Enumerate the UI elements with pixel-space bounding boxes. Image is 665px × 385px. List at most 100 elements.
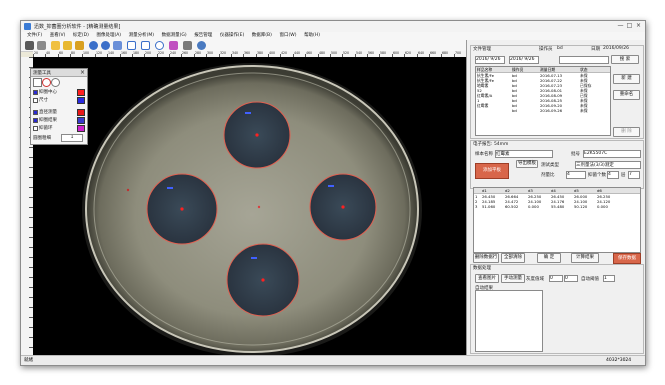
pointer-tool-icon[interactable] [33,78,42,87]
results-cell[interactable]: 3 [475,204,477,209]
records-row[interactable]: bd 2016-09-26 未保 [476,108,610,113]
option-diameter-checkbox[interactable] [33,110,38,115]
results-row[interactable]: 2 24.185 24.472 24.100 24.176 24.100 24.120 [474,199,640,204]
gray-range-to[interactable]: 0 [564,275,578,282]
menu-view[interactable]: 查看(V) [50,32,66,40]
save-data-button[interactable]: 保存数据 [613,253,641,264]
move-icon[interactable] [141,41,150,50]
option-result-checkbox[interactable] [33,118,38,123]
test-type-select[interactable]: 三剂量法(3/3)测定 [575,161,641,169]
close-button[interactable]: × [634,22,643,30]
scissor-icon[interactable] [37,41,46,50]
zone-label-left [167,187,173,189]
zoom-in-icon[interactable] [89,41,98,50]
report-icon[interactable] [183,41,192,50]
ruler-label: 680 [442,51,449,55]
select-icon[interactable] [127,41,136,50]
ruler-label: 500 [331,51,338,55]
results-row[interactable]: 3 51.060 60.502 0.000 55.480 50.120 0.000 [474,204,640,209]
menu-image[interactable]: 图像处理(A) [96,32,121,40]
from-date-picker[interactable]: 2016/ 9/26 [475,56,505,64]
menu-file[interactable]: 文件(F) [27,32,42,40]
sample-name-input[interactable]: 红霉素 [495,150,553,158]
image-viewer[interactable] [33,57,466,355]
circle-tool-icon[interactable] [42,78,51,87]
option-center-checkbox[interactable] [33,90,38,95]
gray-range-from[interactable]: 0 [549,275,563,282]
zone-center-right [341,205,345,209]
records-row[interactable]: 地霉素 bd 2016-07-23 已保存 [476,83,610,88]
records-row[interactable]: 红霉素 bd 2016-09-20 未保 [476,103,610,108]
results-cell[interactable]: 60.502 [505,204,518,209]
ruler-label: 340 [232,51,239,55]
zone-count-select[interactable]: 4 [607,171,619,179]
menu-data[interactable]: 数据库(B) [252,32,272,40]
folder-icon[interactable] [63,41,72,50]
menu-calibrate[interactable]: 标定(D) [73,32,89,40]
records-row[interactable]: 52 bd 2016-08-01 未保 [476,88,610,93]
line-width-select[interactable]: 1 [61,134,83,142]
menu-result[interactable]: 数据测量(G) [162,32,187,40]
ok-button[interactable]: 确 定 [537,253,561,263]
rename-button[interactable]: 重命名 [613,90,640,100]
fit-window-icon[interactable] [113,41,122,50]
option-ring-checkbox[interactable] [33,126,38,131]
records-table[interactable]: 样品名称 操作员 测量日期 状态 抗生素/Fe bd 2016-07-13 未保 抗生素/Fe b… [475,66,611,136]
menu-window[interactable]: 窗口(W) [280,32,297,40]
image-icon[interactable] [75,41,84,50]
results-cell[interactable]: 0.000 [528,204,539,209]
menu-report[interactable]: 报告管理 [194,32,212,40]
clear-all-button[interactable]: 全部清除 [501,253,525,263]
ring-tool-icon[interactable] [51,78,60,87]
results-cell[interactable]: 0.000 [597,204,608,209]
delete-row-button[interactable]: 删除数据行 [473,253,499,263]
layer-select[interactable]: 7 [628,171,640,179]
zoom-out-icon[interactable] [101,41,110,50]
new-button[interactable]: 新 建 [613,74,640,84]
to-date-picker[interactable]: 2016/ 9/26 [509,56,539,64]
palette-close-icon[interactable]: × [80,69,85,76]
menu-measure[interactable]: 测量分析(M) [129,32,154,40]
batch-input[interactable]: E2K5507C [583,150,641,158]
option-ring-color[interactable] [77,125,85,132]
option-diameter-color[interactable] [77,109,85,116]
open-folder-icon[interactable] [51,41,60,50]
menu-help[interactable]: 帮助(H) [304,32,320,40]
template-button[interactable]: 导出模板 [516,160,538,168]
records-row[interactable]: 抗生素/Fe bd 2016-07-13 未保 [476,73,610,78]
results-table[interactable]: d1 d2 d3 d4 d5 d6 1 26.450 26.664 26.250 26.450 26.… [473,187,641,253]
add-plate-button[interactable]: 添加平板 [475,163,509,179]
calculate-button[interactable]: 计算结果 [571,253,599,263]
option-center-color[interactable] [77,89,85,96]
auto-result-textarea[interactable] [475,290,543,352]
records-row[interactable]: 红霉素/A bd 2016-08-09 已保 [476,93,610,98]
search-button[interactable]: 搜 索 [611,55,639,64]
auto-threshold-input[interactable]: 1 [603,275,615,282]
results-cell[interactable]: 50.120 [574,204,587,209]
save-icon[interactable] [25,41,34,50]
gray-range-label: 灰度值域 [526,277,544,282]
maximize-button[interactable]: □ [625,22,634,30]
option-result-color[interactable] [77,117,85,124]
ring-icon[interactable] [155,41,164,50]
stamp-icon[interactable] [169,41,178,50]
dish-center-marker [257,205,261,209]
results-row[interactable]: 1 26.450 26.664 26.250 26.450 26.000 26.250 [474,194,640,199]
search-input[interactable] [559,56,609,64]
dose-ratio-select[interactable]: 4 [566,171,586,179]
menu-device[interactable]: 仪器操作(E) [220,32,244,40]
petri-dish-image[interactable] [33,57,466,355]
minimize-button[interactable]: — [616,22,625,30]
option-size-checkbox[interactable] [33,98,38,103]
ruler-label: 100 [83,51,90,55]
results-cell[interactable]: 51.060 [482,204,495,209]
results-cell[interactable]: 55.480 [551,204,564,209]
records-row[interactable]: 1 bd 2016-08-25 未保 [476,98,610,103]
view-image-button[interactable]: 查看图片 [475,274,499,283]
records-row[interactable]: 抗生素/Fe bd 2016-07-22 未保 [476,78,610,83]
manual-measure-button[interactable]: 手动测量 [501,274,525,283]
delete-record-button[interactable]: 删 除 [613,127,640,137]
option-size-color[interactable] [77,97,85,104]
settings-icon[interactable] [197,41,206,50]
test-type-label: 测试类型 [541,163,559,168]
